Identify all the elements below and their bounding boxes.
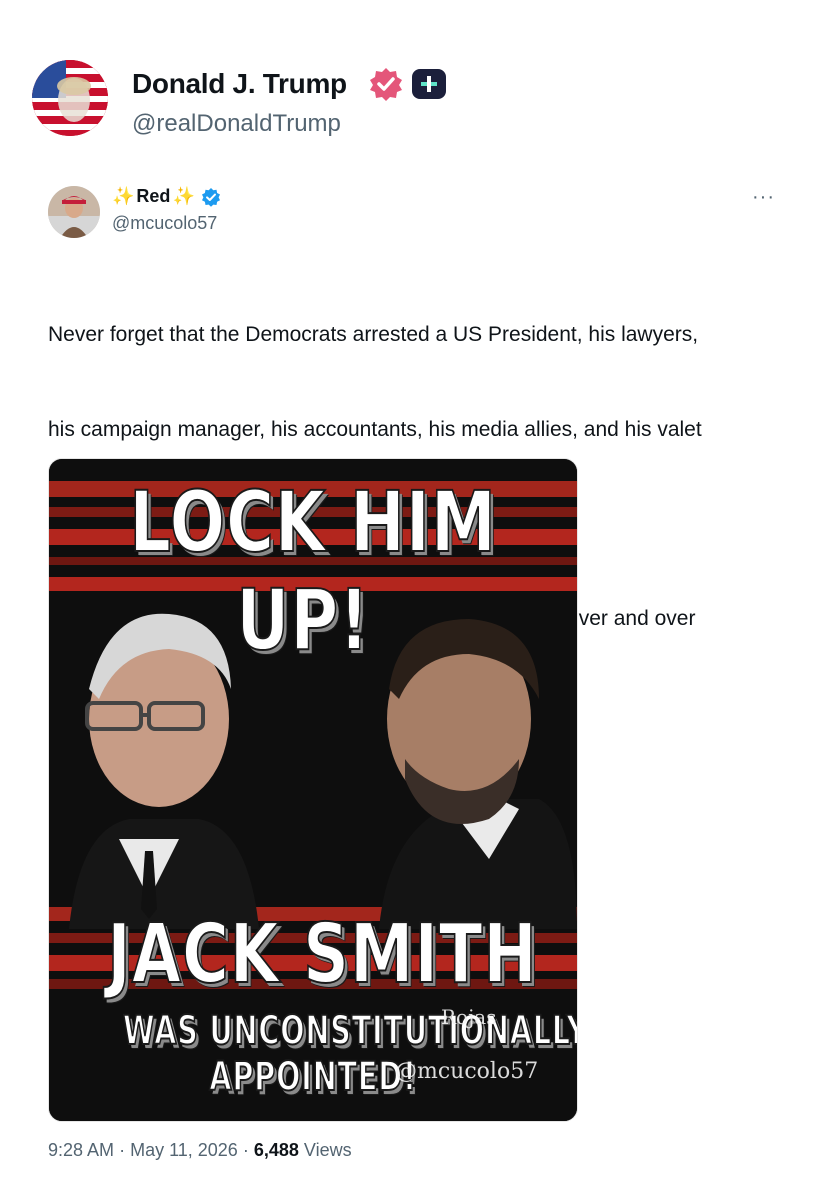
quoted-author-avatar[interactable] [48,186,100,238]
poster-name: JACK SMITH [106,907,538,1002]
quoted-author-handle[interactable]: @mcucolo57 [112,213,217,234]
quoted-author-name[interactable]: ✨ Red ✨ [112,186,221,207]
sparkle-icon: ✨ [112,186,135,206]
plus-badge-icon [412,69,446,99]
tweet-text-line: his campaign manager, his accountants, h… [48,417,702,441]
views-label: Views [303,1140,352,1160]
separator: · [242,1140,249,1160]
sparkle-icon: ✨ [172,186,195,206]
author-name[interactable]: Donald J. Trump [132,68,347,100]
watermark-name: Rojas [441,1005,497,1029]
tweet-date[interactable]: May 11, 2026 [130,1140,238,1160]
watermark-handle: @mcucolo57 [395,1059,539,1084]
verified-badge-icon [370,68,402,101]
quoted-author-name-text: Red [136,186,171,206]
tweet-text-line: Never forget that the Democrats arrested… [48,323,699,346]
tweet-image[interactable]: LOCK HIM UP! JACK SMITH WAS UNCONSTITUTI… [48,458,578,1122]
more-options-button[interactable]: ··· [752,186,775,209]
author-handle[interactable]: @realDonaldTrump [132,110,341,138]
tweet-time[interactable]: 9:28 AM [48,1140,114,1160]
separator: · [119,1140,126,1160]
views-count: 6,488 [253,1140,299,1160]
poster-headline: UP! [235,571,370,669]
verified-check-icon [201,187,220,207]
tweet-metadata: 9:28 AM · May 11, 2026 · 6,488 Views [48,1140,352,1161]
poster-headline: LOCK HIM [128,473,497,571]
author-avatar[interactable] [32,60,108,136]
